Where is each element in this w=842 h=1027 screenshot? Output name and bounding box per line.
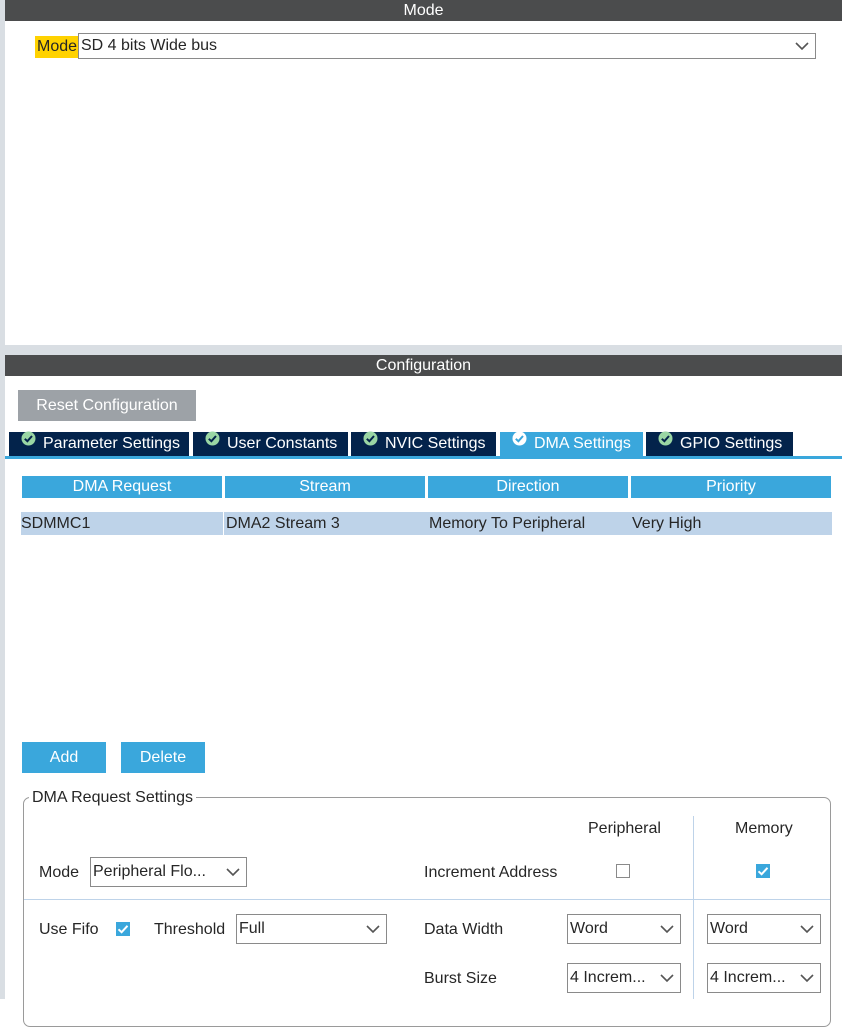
- chevron-down-icon: [800, 964, 814, 992]
- data-width-peripheral-value: Word: [570, 920, 608, 937]
- burst-size-peripheral-select[interactable]: 4 Increm...: [567, 963, 681, 993]
- column-header-dma-request[interactable]: DMA Request: [22, 476, 222, 498]
- checkmark-icon: [757, 867, 769, 876]
- peripheral-column-label: Peripheral: [588, 820, 661, 837]
- chevron-down-icon: [366, 915, 380, 943]
- tab-label: Parameter Settings: [43, 435, 180, 452]
- burst-size-label: Burst Size: [424, 970, 497, 987]
- table-cell[interactable]: SDMMC1: [21, 512, 223, 535]
- mode-select[interactable]: SD 4 bits Wide bus: [78, 33, 816, 59]
- tab-label: User Constants: [227, 435, 338, 452]
- reset-configuration-button[interactable]: Reset Configuration: [18, 390, 196, 421]
- chevron-down-icon: [800, 915, 814, 943]
- chevron-down-icon: [660, 964, 674, 992]
- burst-size-memory-value: 4 Increm...: [710, 969, 786, 986]
- use-fifo-label: Use Fifo: [39, 921, 99, 938]
- left-border: [0, 0, 5, 345]
- data-width-memory-select[interactable]: Word: [707, 914, 821, 944]
- tab-label: GPIO Settings: [680, 435, 783, 452]
- increment-peripheral-checkbox[interactable]: [616, 864, 630, 878]
- tab-nvic-settings[interactable]: NVIC Settings: [351, 430, 496, 456]
- tab-user-constants[interactable]: User Constants: [193, 430, 348, 456]
- data-width-peripheral-select[interactable]: Word: [567, 914, 681, 944]
- add-button[interactable]: Add: [22, 742, 106, 773]
- column-header-direction[interactable]: Direction: [428, 476, 628, 498]
- chevron-down-icon: [795, 34, 809, 58]
- data-width-memory-value: Word: [710, 920, 748, 937]
- increment-memory-checkbox[interactable]: [756, 864, 770, 878]
- column-header-stream[interactable]: Stream: [225, 476, 425, 498]
- table-cell[interactable]: Memory To Peripheral: [427, 512, 630, 535]
- dma-mode-value: Peripheral Flo...: [93, 863, 206, 880]
- left-border-config: [0, 355, 5, 999]
- use-fifo-checkbox[interactable]: [116, 922, 130, 936]
- chevron-down-icon: [226, 858, 240, 886]
- check-circle-icon: [205, 430, 220, 454]
- configuration-section-header: Configuration: [5, 355, 842, 376]
- check-circle-icon: [21, 430, 36, 454]
- tab-label: DMA Settings: [534, 435, 631, 452]
- section-divider: [0, 345, 842, 355]
- threshold-label: Threshold: [154, 921, 226, 938]
- tab-parameter-settings[interactable]: Parameter Settings: [9, 430, 189, 456]
- chevron-down-icon: [660, 915, 674, 943]
- increment-address-label: Increment Address: [424, 864, 558, 881]
- burst-size-memory-select[interactable]: 4 Increm...: [707, 963, 821, 993]
- check-circle-icon: [658, 430, 673, 454]
- tab-label: NVIC Settings: [385, 435, 486, 452]
- table-cell[interactable]: DMA2 Stream 3: [224, 512, 427, 535]
- column-divider: [693, 816, 694, 999]
- check-circle-icon: [512, 430, 527, 454]
- memory-column-label: Memory: [735, 820, 793, 837]
- burst-size-peripheral-value: 4 Increm...: [570, 969, 646, 986]
- table-cell[interactable]: Very High: [630, 512, 832, 535]
- data-width-label: Data Width: [424, 921, 504, 938]
- dma-mode-select[interactable]: Peripheral Flo...: [90, 857, 247, 887]
- mode-section-header: Mode: [5, 0, 842, 21]
- checkmark-icon: [117, 925, 129, 934]
- tab-gpio-settings[interactable]: GPIO Settings: [646, 430, 793, 456]
- tab-dma-settings[interactable]: DMA Settings: [500, 430, 643, 456]
- delete-button[interactable]: Delete: [121, 742, 205, 773]
- mode-select-value: SD 4 bits Wide bus: [81, 37, 218, 54]
- check-circle-icon: [363, 430, 378, 454]
- threshold-select[interactable]: Full: [236, 914, 387, 944]
- threshold-value: Full: [239, 920, 265, 937]
- row-divider: [24, 899, 830, 900]
- dma-mode-label: Mode: [39, 864, 80, 881]
- dma-request-settings-title: DMA Request Settings: [29, 788, 196, 808]
- mode-label: Mode: [35, 36, 80, 58]
- column-header-priority[interactable]: Priority: [631, 476, 831, 498]
- tab-underline: [5, 456, 842, 459]
